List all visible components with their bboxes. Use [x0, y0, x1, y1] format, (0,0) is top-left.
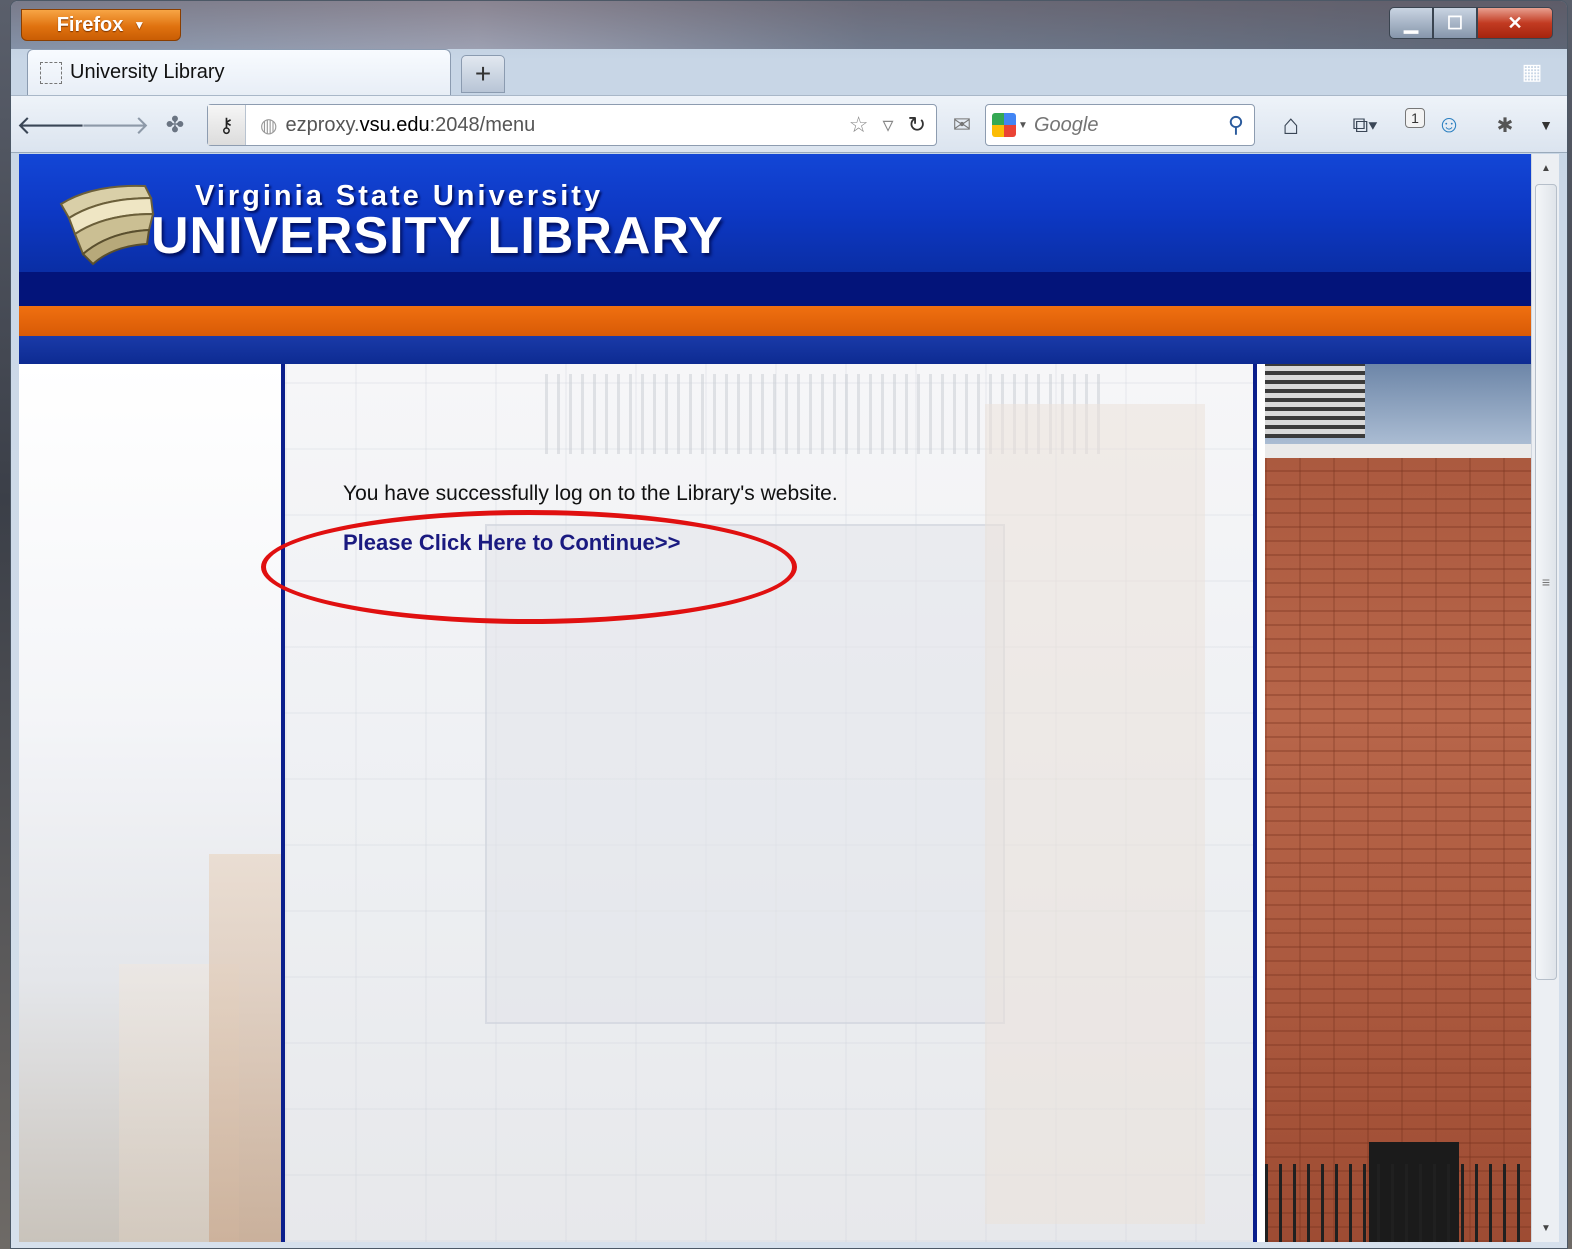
url-host: vsu.edu	[359, 113, 430, 136]
tab-groups-icon[interactable]: ▦	[1517, 59, 1547, 85]
left-decorative-panel	[19, 364, 281, 1242]
maximize-button[interactable]: ☐	[1433, 7, 1477, 39]
navigation-toolbar: 🡐 🡒 ✤ ⚷ ◍ ezproxy. vsu.edu :2048/menu ☆ …	[11, 95, 1567, 153]
url-prefix: ezproxy.	[285, 113, 360, 136]
success-message: You have successfully log on to the Libr…	[343, 482, 838, 505]
building-photo-fade	[209, 854, 281, 1242]
book-logo-icon	[59, 184, 155, 266]
grip-icon: ≡	[1541, 574, 1551, 590]
banner-blue-stripe	[19, 336, 1531, 364]
star-icon[interactable]: ☆	[849, 112, 869, 138]
header-banner: Virginia State University UNIVERSITY LIB…	[19, 154, 1531, 272]
firefox-menu-button[interactable]: Firefox ▼	[21, 9, 181, 41]
maximize-icon: ☐	[1446, 12, 1464, 33]
chevron-down-icon: ▼	[1018, 119, 1028, 131]
search-engine-selector[interactable]: ▼	[986, 105, 1034, 145]
mail-icon[interactable]: ✉	[945, 108, 979, 142]
search-bar: ▼ ⚲	[985, 104, 1255, 146]
key-icon[interactable]: ⚷	[208, 105, 246, 145]
history-dropdown-icon[interactable]: ▿	[883, 112, 894, 138]
minimize-button[interactable]: ▁	[1389, 7, 1433, 39]
firefox-menu-label: Firefox	[56, 13, 124, 36]
continue-link[interactable]: Please Click Here to Continue>>	[343, 530, 680, 556]
url-suffix: :2048/menu	[429, 113, 536, 136]
minimize-icon: ▁	[1404, 12, 1418, 33]
favicon-placeholder-icon	[40, 61, 62, 84]
reload-icon[interactable]: ↻	[908, 112, 926, 138]
extension-bug-icon[interactable]: ✱	[1487, 108, 1523, 142]
photo-fence	[1265, 1164, 1531, 1242]
tab-title: University Library	[70, 61, 225, 83]
new-tab-button[interactable]: +	[461, 55, 505, 93]
vertical-scrollbar[interactable]: ▲ ≡ ▼	[1531, 154, 1559, 1242]
photo-cornice	[1265, 444, 1531, 458]
back-arrow-icon[interactable]: 🡐	[16, 108, 86, 142]
header-title: UNIVERSITY LIBRARY	[151, 207, 724, 265]
bookmarks-menu-icon[interactable]: ⧉▾	[1341, 108, 1389, 142]
forward-arrow-icon[interactable]: 🡒	[80, 108, 150, 142]
chevron-down-icon: ▼	[133, 18, 146, 32]
close-icon: ✕	[1507, 12, 1523, 33]
notification-count: 1	[1405, 108, 1425, 128]
scroll-down-arrow-icon[interactable]: ▼	[1532, 1214, 1560, 1242]
search-input[interactable]	[1034, 113, 1204, 137]
tab-university-library[interactable]: University Library	[27, 49, 451, 95]
browser-window: Firefox ▼ ▁ ☐ ✕ University Library + ▦ 🡐…	[10, 0, 1568, 1249]
scrollbar-thumb[interactable]: ≡	[1535, 184, 1557, 980]
title-bar: Firefox ▼ ▁ ☐ ✕	[11, 1, 1567, 49]
plus-icon: +	[474, 58, 492, 89]
banner-navy-stripe	[19, 272, 1531, 306]
scroll-up-arrow-icon[interactable]: ▲	[1532, 154, 1560, 182]
globe-icon: ◍	[260, 114, 278, 137]
right-brick-building-photo	[1265, 364, 1531, 1242]
banner-orange-stripe	[19, 306, 1531, 336]
main-content-panel: You have successfully log on to the Libr…	[261, 364, 1257, 1242]
toolbar-overflow-chevron-icon[interactable]: ▼	[1533, 108, 1559, 142]
addon-ghost-icon[interactable]: ☺	[1431, 108, 1467, 142]
addons-tools-icon[interactable]: ✤	[157, 108, 193, 142]
background-building-facade	[485, 524, 1005, 1024]
google-logo-icon	[992, 113, 1017, 137]
home-icon[interactable]: ⌂	[1273, 108, 1309, 142]
page-viewport: Virginia State University UNIVERSITY LIB…	[19, 154, 1531, 1242]
url-actions: ☆ ▿ ↻	[849, 112, 936, 138]
notification-badge[interactable]: 1	[1401, 108, 1429, 142]
magnifier-icon[interactable]: ⚲	[1228, 112, 1244, 138]
address-bar[interactable]: ⚷ ◍ ezproxy. vsu.edu :2048/menu ☆ ▿ ↻	[207, 104, 937, 146]
background-building-wall	[985, 404, 1205, 1224]
close-window-button[interactable]: ✕	[1477, 7, 1553, 39]
photo-vent	[1265, 364, 1365, 438]
